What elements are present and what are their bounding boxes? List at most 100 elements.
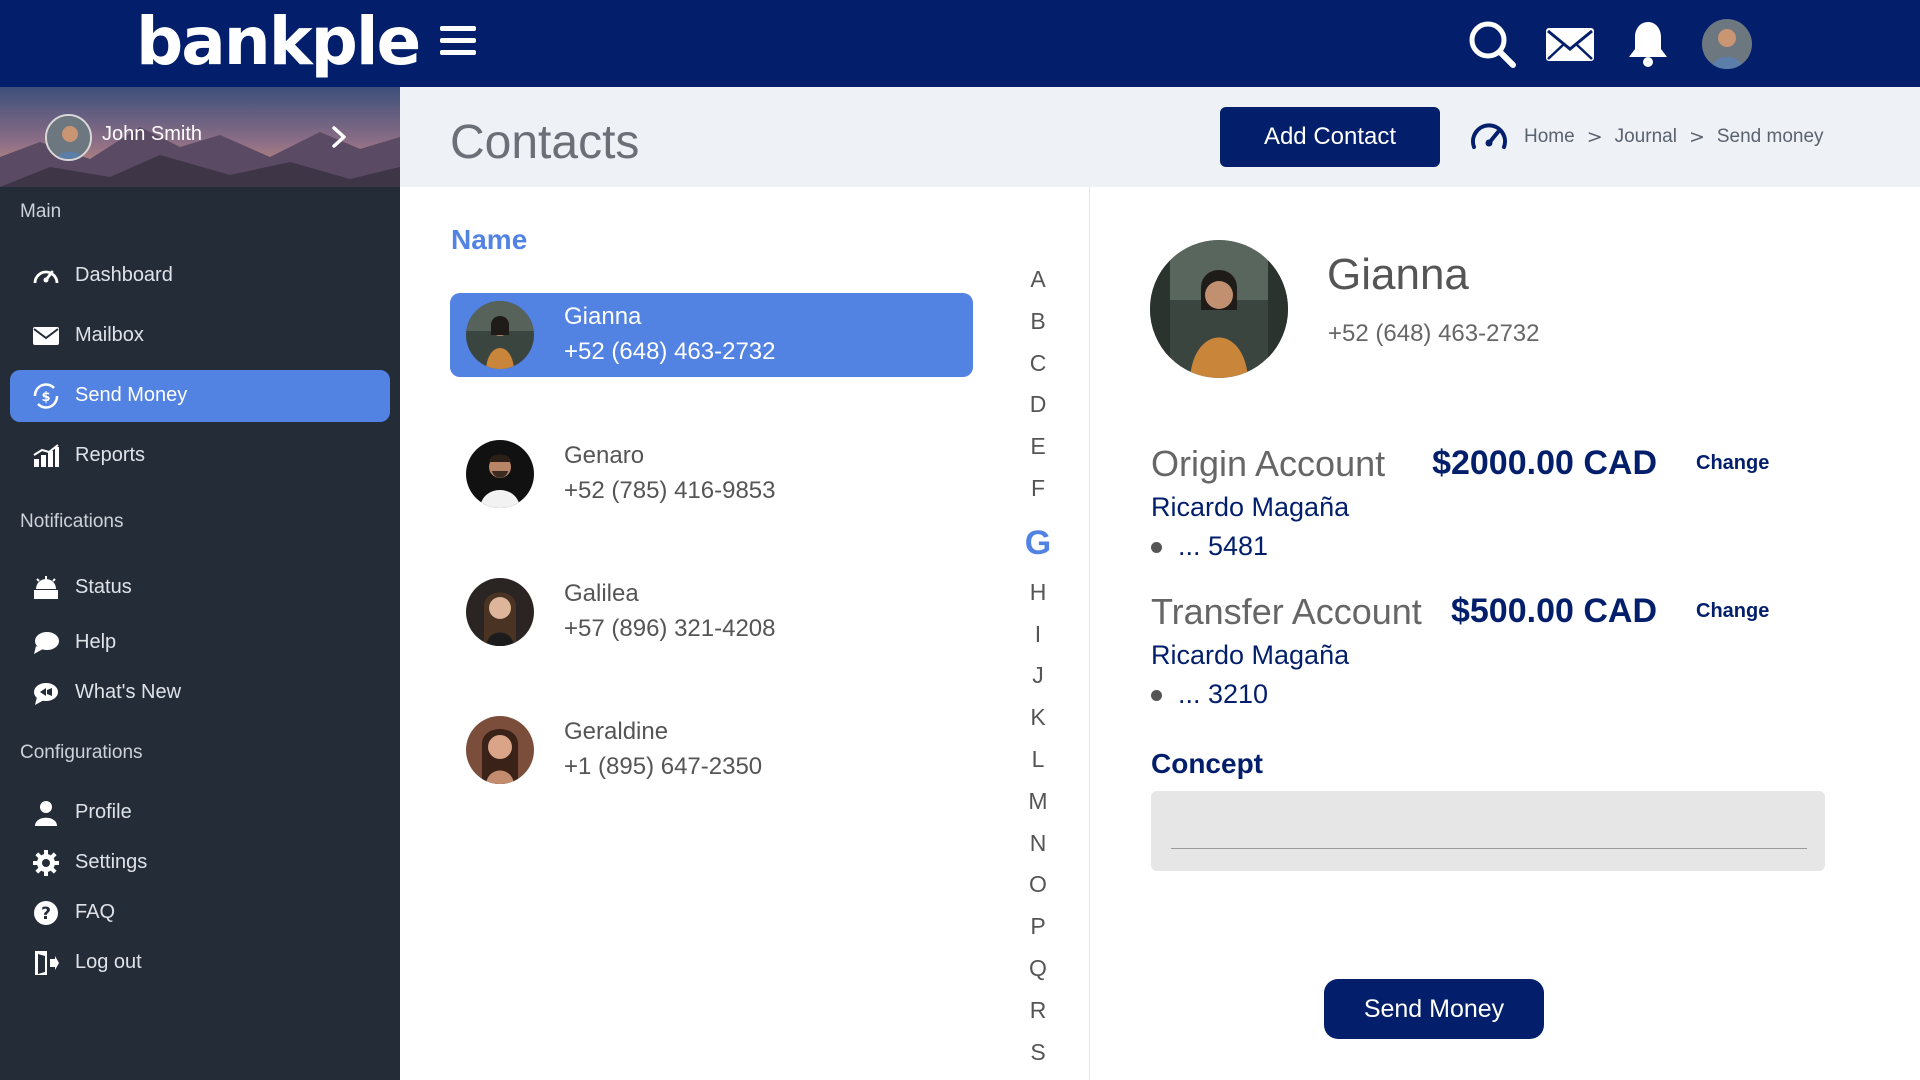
bell-icon[interactable]	[1622, 18, 1674, 70]
sidebar-user-name: John Smith	[102, 123, 203, 145]
alphabet-letter[interactable]: C	[1020, 346, 1056, 388]
top-navbar: bankple	[0, 0, 1920, 87]
alphabet-letter[interactable]: K	[1020, 700, 1056, 742]
sidebar-item-dashboard[interactable]: Dashboard	[10, 250, 390, 302]
search-icon[interactable]	[1466, 18, 1518, 70]
alphabet-letter[interactable]: H	[1020, 575, 1056, 617]
sidebar-item-label: Log out	[75, 951, 142, 973]
contact-name: Galilea	[564, 580, 639, 607]
brand-logo[interactable]: bankple	[136, 6, 421, 78]
alphabet-letter[interactable]: R	[1020, 993, 1056, 1035]
alphabet-index: A B C D E F G H I J K L M N O P Q R S	[1020, 262, 1056, 1076]
alphabet-letter-current[interactable]: G	[1020, 513, 1056, 575]
menu-icon[interactable]	[440, 26, 476, 60]
alphabet-letter[interactable]: B	[1020, 304, 1056, 346]
alphabet-letter[interactable]: L	[1020, 742, 1056, 784]
breadcrumb-journal[interactable]: Journal	[1615, 126, 1677, 148]
add-contact-button[interactable]: Add Contact	[1220, 107, 1440, 167]
alphabet-letter[interactable]: D	[1020, 387, 1056, 429]
concept-field	[1151, 791, 1825, 871]
bullet-icon	[1151, 542, 1162, 554]
sidebar-item-faq[interactable]: ? FAQ	[10, 887, 390, 939]
alphabet-letter[interactable]: N	[1020, 826, 1056, 868]
alphabet-letter[interactable]: P	[1020, 909, 1056, 951]
contact-item-gianna[interactable]: Gianna +52 (648) 463-2732	[450, 293, 973, 377]
detail-phone: +52 (648) 463-2732	[1328, 320, 1540, 347]
mail-icon[interactable]	[1544, 18, 1596, 70]
svg-text:?: ?	[41, 904, 51, 924]
status-icon	[32, 575, 60, 601]
envelope-icon	[32, 323, 60, 349]
sidebar-item-logout[interactable]: Log out	[10, 937, 390, 989]
contact-name: Geraldine	[564, 718, 669, 745]
origin-change-link[interactable]: Change	[1696, 452, 1769, 475]
sidebar-item-label: Profile	[75, 801, 132, 823]
sidebar-item-status[interactable]: Status	[10, 562, 390, 614]
alphabet-letter[interactable]: A	[1020, 262, 1056, 304]
contact-item-genaro[interactable]: Genaro +52 (785) 416-9853	[450, 432, 973, 516]
sidebar-profile[interactable]: John Smith	[0, 87, 400, 187]
transfer-account-amount: $500.00 CAD	[1450, 592, 1657, 630]
money-transfer-icon: $	[32, 383, 60, 409]
question-icon: ?	[32, 900, 60, 926]
alphabet-letter[interactable]: Q	[1020, 951, 1056, 993]
origin-account-number: ... 5481	[1151, 531, 1268, 562]
chat-bubble-icon	[32, 630, 60, 656]
alphabet-letter[interactable]: J	[1020, 658, 1056, 700]
contact-name: Genaro	[564, 442, 645, 469]
sidebar-item-label: Mailbox	[75, 324, 144, 346]
sidebar-item-settings[interactable]: Settings	[10, 837, 390, 889]
alphabet-letter[interactable]: F	[1020, 471, 1056, 513]
contact-item-geraldine[interactable]: Geraldine +1 (895) 647-2350	[450, 708, 973, 792]
alphabet-letter[interactable]: S	[1020, 1035, 1056, 1077]
sidebar-item-label: Reports	[75, 444, 146, 466]
breadcrumb: Home > Journal > Send money	[1468, 119, 1824, 155]
sidebar-item-label: Help	[75, 631, 117, 653]
logout-icon	[32, 950, 60, 976]
transfer-change-link[interactable]: Change	[1696, 600, 1769, 623]
breadcrumb-send-money[interactable]: Send money	[1717, 126, 1824, 148]
alphabet-letter[interactable]: O	[1020, 867, 1056, 909]
sidebar-item-label: What's New	[75, 681, 182, 703]
sidebar-item-help[interactable]: Help	[10, 617, 390, 669]
contact-avatar	[466, 716, 534, 784]
section-title-main: Main	[20, 201, 62, 222]
contact-avatar	[466, 440, 534, 508]
sidebar-item-reports[interactable]: Reports	[10, 430, 390, 482]
contact-avatar	[466, 578, 534, 646]
transfer-account-number: ... 3210	[1151, 679, 1268, 710]
breadcrumb-separator: >	[1586, 126, 1603, 148]
user-avatar[interactable]	[1702, 19, 1752, 69]
transfer-account-owner: Ricardo Magaña	[1151, 640, 1350, 670]
sidebar-item-label: Settings	[75, 851, 148, 873]
alphabet-letter[interactable]: M	[1020, 784, 1056, 826]
chevron-right-icon[interactable]	[330, 125, 348, 153]
transfer-account-number-text: ... 3210	[1178, 679, 1269, 709]
column-divider	[1089, 187, 1090, 1080]
speedometer-icon	[1468, 119, 1510, 155]
detail-avatar	[1150, 240, 1288, 378]
person-icon	[32, 800, 60, 826]
sidebar-item-label: Dashboard	[75, 264, 173, 286]
origin-account-amount: $2000.00 CAD	[1432, 444, 1657, 482]
breadcrumb-home[interactable]: Home	[1524, 126, 1575, 148]
section-title-configurations: Configurations	[20, 742, 143, 763]
concept-input[interactable]	[1171, 809, 1807, 849]
sidebar-item-profile[interactable]: Profile	[10, 787, 390, 839]
alphabet-letter[interactable]: E	[1020, 429, 1056, 471]
contact-avatar	[466, 301, 534, 369]
section-title-notifications: Notifications	[20, 511, 124, 532]
sidebar-item-label: FAQ	[75, 901, 116, 923]
sidebar-item-send-money[interactable]: $ Send Money	[10, 370, 390, 422]
origin-account-owner: Ricardo Magaña	[1151, 492, 1350, 522]
name-column-header[interactable]: Name	[451, 224, 527, 256]
sidebar-item-mailbox[interactable]: Mailbox	[10, 310, 390, 362]
alphabet-letter[interactable]: I	[1020, 617, 1056, 659]
origin-account-title: Origin Account	[1151, 443, 1386, 484]
send-money-button[interactable]: Send Money	[1324, 979, 1544, 1039]
contact-item-galilea[interactable]: Galilea +57 (896) 321-4208	[450, 570, 973, 654]
contact-name: Gianna	[564, 303, 642, 330]
sidebar-item-whats-new[interactable]: What's New	[10, 667, 390, 719]
contact-phone: +57 (896) 321-4208	[564, 615, 776, 642]
sidebar-item-label: Status	[75, 576, 132, 598]
